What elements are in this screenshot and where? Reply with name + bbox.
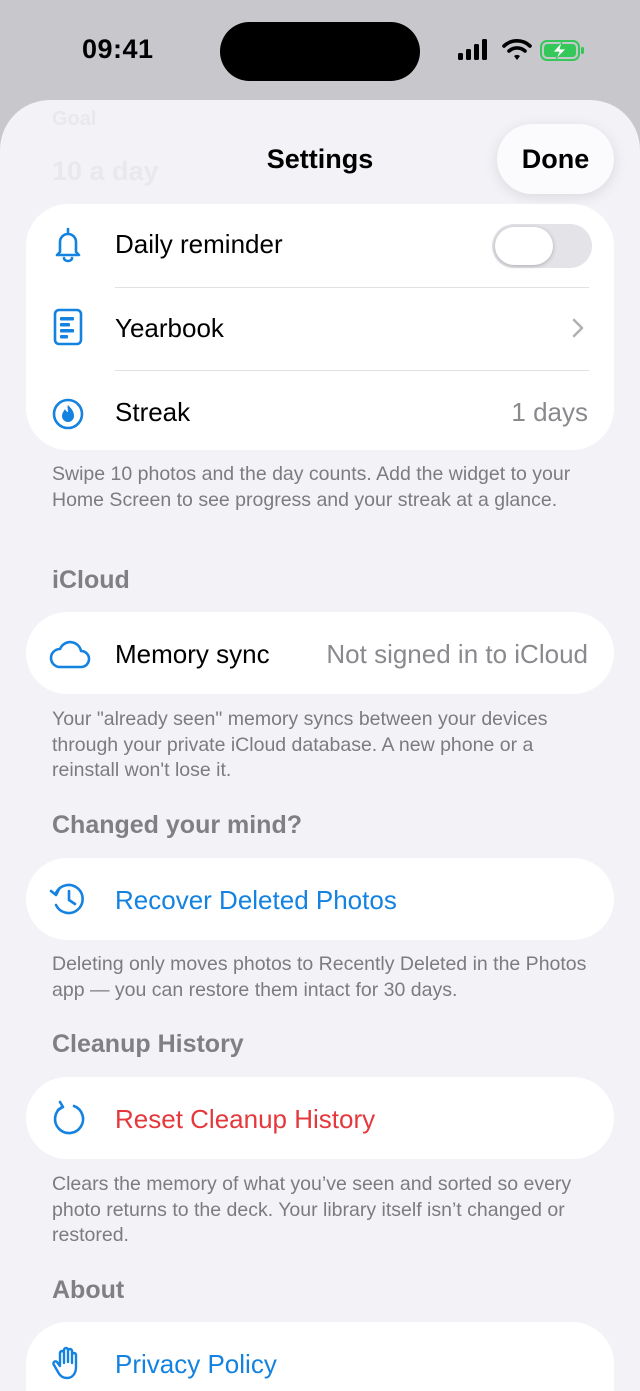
memory-sync-row: Memory sync Not signed in to iCloud: [26, 612, 614, 695]
memory-sync-label: Memory sync: [115, 639, 270, 669]
cleanup-footer: Clears the memory of what you’ve seen an…: [52, 1173, 572, 1246]
bell-icon: [55, 227, 81, 263]
dynamic-island: [220, 22, 420, 81]
settings-sheet: Goal 10 a day Settings Done Daily remind…: [0, 100, 640, 1391]
daily-reminder-label: Daily reminder: [115, 229, 283, 259]
recover-footer: Deleting only moves photos to Recently D…: [52, 953, 587, 1001]
status-bar: 09:41: [0, 0, 640, 100]
toggle-knob: [495, 227, 553, 265]
battery-charging-icon: [540, 40, 584, 61]
about-section-header: About: [52, 1276, 125, 1304]
background-goal-label: Goal: [52, 108, 97, 130]
recover-deleted-photos-label: Recover Deleted Photos: [115, 885, 397, 915]
privacy-policy-label: Privacy Policy: [115, 1349, 277, 1379]
streak-label: Streak: [115, 397, 191, 427]
recover-deleted-photos-row[interactable]: Recover Deleted Photos: [26, 858, 614, 941]
streak-footer: Swipe 10 photos and the day counts. Add …: [52, 463, 571, 511]
about-card: Privacy Policy: [26, 1322, 614, 1391]
reset-icon: [53, 1100, 85, 1135]
yearbook-icon: [53, 308, 83, 346]
flame-icon: [52, 398, 84, 430]
reset-cleanup-history-row[interactable]: Reset Cleanup History: [26, 1077, 614, 1160]
daily-reminder-row: Daily reminder: [26, 204, 614, 287]
reset-cleanup-history-label: Reset Cleanup History: [115, 1104, 376, 1134]
hand-icon: [52, 1346, 78, 1380]
yearbook-label: Yearbook: [115, 313, 224, 343]
wifi-icon: [502, 39, 532, 60]
streak-value: 1 days: [511, 397, 588, 427]
streak-card: Daily reminder Yearbook Streak 1 days: [26, 204, 614, 450]
cleanup-section-header: Cleanup History: [52, 1030, 244, 1058]
cleanup-card: Reset Cleanup History: [26, 1077, 614, 1159]
daily-reminder-toggle[interactable]: [492, 224, 592, 268]
recover-card: Recover Deleted Photos: [26, 858, 614, 940]
cloud-icon: [49, 640, 91, 669]
icloud-footer: Your "already seen" memory syncs between…: [52, 708, 548, 781]
icloud-card: Memory sync Not signed in to iCloud: [26, 612, 614, 694]
icloud-section-header: iCloud: [52, 566, 130, 594]
done-button[interactable]: Done: [497, 124, 614, 194]
history-icon: [49, 883, 84, 915]
chevron-right-icon: [572, 318, 584, 338]
yearbook-row[interactable]: Yearbook: [26, 287, 614, 370]
status-icons: [458, 39, 584, 61]
status-time: 09:41: [82, 34, 154, 64]
cellular-signal-icon: [458, 39, 487, 60]
streak-row: Streak 1 days: [26, 370, 614, 453]
privacy-policy-row[interactable]: Privacy Policy: [26, 1322, 614, 1391]
recover-section-header: Changed your mind?: [52, 811, 302, 839]
memory-sync-status: Not signed in to iCloud: [326, 639, 588, 669]
